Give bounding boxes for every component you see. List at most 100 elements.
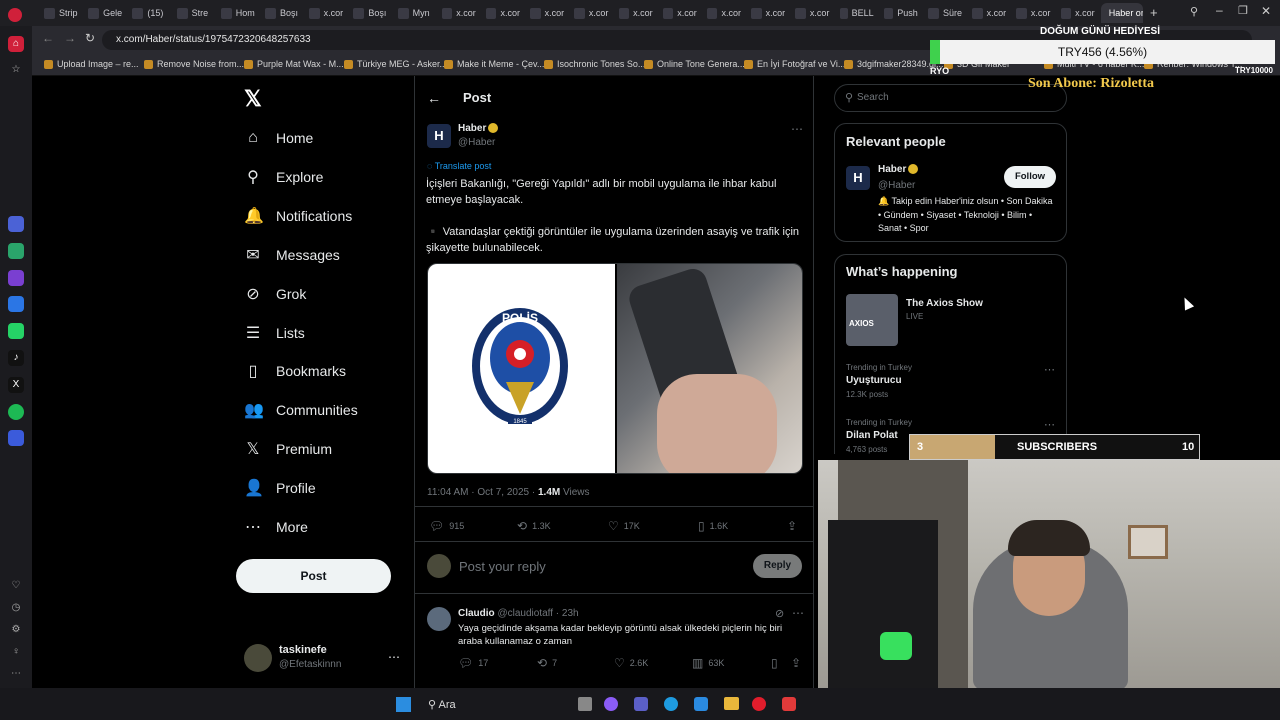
reply-reply-action[interactable]: 💬︎ 17 (458, 656, 488, 670)
browser-tab[interactable]: x.cor (482, 3, 524, 23)
forward-icon[interactable]: → (64, 31, 76, 45)
task-view-icon[interactable] (578, 697, 592, 711)
start-icon[interactable] (396, 697, 411, 712)
reply-author-name[interactable]: Claudio (458, 608, 495, 619)
trend-more-icon[interactable]: ⋯ (1044, 363, 1055, 376)
avatar[interactable] (244, 644, 272, 672)
live-title[interactable]: The Axios Show (906, 298, 983, 309)
history-icon[interactable]: ◷ (8, 600, 24, 616)
browser-tab[interactable]: Myn (394, 3, 436, 23)
bookmark-item[interactable]: Online Tone Genera... (644, 59, 745, 69)
app-icon[interactable] (8, 216, 24, 232)
follow-button[interactable]: Follow (1004, 166, 1056, 188)
bookmark-item[interactable]: Upload Image – re... (44, 59, 139, 69)
browser-tab[interactable]: Boşı (349, 3, 391, 23)
author-handle[interactable]: @Haber (458, 137, 495, 148)
browser-tab[interactable]: x.cor (659, 3, 701, 23)
back-icon[interactable]: ← (42, 31, 54, 45)
browser-tab[interactable]: x.cor (526, 3, 568, 23)
opera-icon[interactable] (752, 697, 766, 711)
reply-views-action[interactable]: ▥ 63K (692, 656, 724, 670)
browser-tab[interactable]: Boşı (261, 3, 303, 23)
spotify-icon[interactable] (8, 404, 24, 420)
browser-logo-icon[interactable] (8, 8, 22, 22)
edge-icon[interactable] (664, 697, 678, 711)
settings-icon[interactable]: ⚙ (8, 622, 24, 638)
nav-item-home[interactable]: ⌂ Home (244, 124, 313, 152)
browser-tab[interactable]: x.cor (747, 3, 789, 23)
bookmark-item[interactable]: Remove Noise from... (144, 59, 244, 69)
reply-input[interactable]: Post your reply (459, 559, 546, 574)
store-icon[interactable] (694, 697, 708, 711)
reply-repost-action[interactable]: ⟲ 7 (537, 656, 557, 670)
browser-tab[interactable]: x.cor (305, 3, 347, 23)
author-name[interactable]: Haber (458, 123, 499, 134)
tiktok-icon[interactable]: ♪ (8, 350, 24, 366)
heart-icon[interactable]: ♡ (8, 578, 24, 594)
reply-avatar[interactable] (427, 607, 451, 631)
search-tabs-icon[interactable]: ⚲ (1190, 5, 1198, 18)
avatar[interactable] (427, 554, 451, 578)
like-action[interactable]: ♡ 17K (608, 519, 640, 533)
police-badge-image[interactable]: POLİS 1845 (428, 264, 615, 473)
reload-icon[interactable]: ↻ (85, 31, 95, 45)
nav-item-profile[interactable]: 👤 Profile (244, 474, 316, 502)
repost-action[interactable]: ⟲ 1.3K (517, 519, 551, 533)
bookmark-item[interactable]: En İyi Fotoğraf ve Vi... (744, 59, 845, 69)
reply-like-action[interactable]: ♡ 2.6K (614, 656, 648, 670)
translate-link[interactable]: ◌ Translate post (427, 161, 491, 171)
post-media[interactable]: POLİS 1845 (427, 263, 803, 474)
browser-tab[interactable]: Hom (217, 3, 259, 23)
post-more-icon[interactable]: ⋯ (791, 122, 803, 136)
minimize-icon[interactable]: – (1216, 3, 1223, 17)
bookmark-action[interactable]: ▯ 1.6K (698, 519, 728, 533)
browser-tab[interactable]: x.cor (703, 3, 745, 23)
browser-tab[interactable]: x.cor (570, 3, 612, 23)
reply-button[interactable]: Reply (753, 554, 802, 578)
browser-tab[interactable]: (15) (128, 3, 170, 23)
x-logo-icon[interactable]: X (8, 377, 24, 393)
trend-more-icon[interactable]: ⋯ (1044, 418, 1055, 431)
browser-tab[interactable]: x.cor (791, 3, 833, 23)
browser-tab[interactable]: Stre (173, 3, 215, 23)
nav-item-premium[interactable]: 𝕏 Premium (244, 435, 332, 463)
browser-tab[interactable]: x.cor (968, 3, 1010, 23)
trend-item[interactable]: Trending in Turkey Uyuşturucu 12.3K posts ⋯ (846, 363, 1056, 403)
reply-share-action[interactable]: ⇪ (791, 656, 801, 670)
nav-item-messages[interactable]: ✉ Messages (244, 241, 340, 269)
copilot-icon[interactable] (604, 697, 618, 711)
close-icon[interactable]: ✕ (1261, 4, 1271, 18)
nav-item-grok[interactable]: ⊘ Grok (244, 280, 306, 308)
browser-tab[interactable]: Haber on (1100, 3, 1143, 23)
taskbar-search[interactable]: ⚲ Ara (428, 698, 456, 711)
browser-tab[interactable]: BELL (836, 3, 878, 23)
reply-action[interactable]: 💬︎ 915 (429, 519, 464, 533)
post-button[interactable]: Post (236, 559, 391, 593)
bookmark-item[interactable]: Make it Meme - Çev... (444, 59, 544, 69)
browser-tab[interactable]: Push (880, 3, 922, 23)
nav-item-explore[interactable]: ⚲ Explore (244, 163, 323, 191)
bookmark-item[interactable]: Isochronic Tones So... (544, 59, 645, 69)
new-tab-icon[interactable]: + (1150, 5, 1158, 20)
app-icon[interactable] (782, 697, 796, 711)
person-name[interactable]: Haber (878, 164, 919, 175)
browser-tab[interactable]: x.cor (1057, 3, 1099, 23)
share-action[interactable]: ⇪ (787, 519, 797, 533)
whatsapp-icon[interactable] (8, 323, 24, 339)
live-thumbnail[interactable]: AXIOS (846, 294, 898, 346)
star-icon[interactable]: ☆ (8, 62, 24, 78)
x-logo-icon[interactable]: 𝕏 (244, 86, 262, 112)
reply-more-icon[interactable]: ⋯ (792, 606, 804, 620)
browser-tab[interactable]: Süre (924, 3, 966, 23)
browser-tab[interactable]: Strip (40, 3, 82, 23)
nav-item-bookmarks[interactable]: ▯ Bookmarks (244, 357, 346, 385)
nav-item-more[interactable]: ⋯ More (244, 513, 308, 541)
browser-tab[interactable]: x.cor (438, 3, 480, 23)
app-icon[interactable] (8, 270, 24, 286)
app-icon[interactable] (8, 430, 24, 446)
teams-icon[interactable] (634, 697, 648, 711)
phone-hand-image[interactable] (617, 264, 802, 473)
grok-icon[interactable]: ⊘ (775, 607, 784, 620)
nav-item-communities[interactable]: 👥 Communities (244, 396, 358, 424)
browser-tab[interactable]: Gele (84, 3, 126, 23)
